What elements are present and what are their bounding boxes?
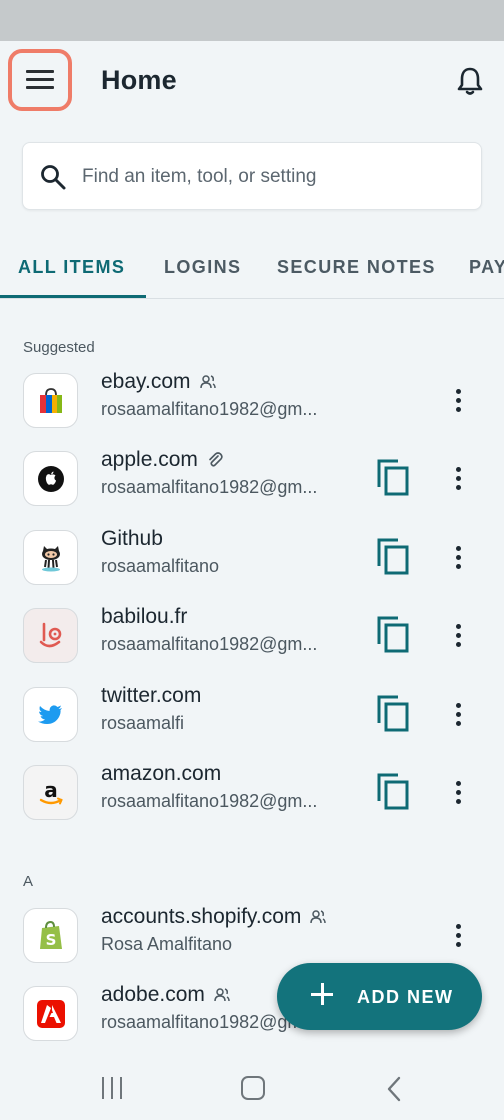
apple-logo [23, 451, 78, 506]
amazon-icon: a [39, 778, 63, 804]
github-logo [23, 530, 78, 585]
adobe-logo [23, 986, 78, 1041]
item-name: ebay.com [101, 370, 217, 394]
bird-icon [37, 704, 62, 724]
tab-secure-notes[interactable]: SECURE NOTES [277, 257, 436, 278]
add-new-button[interactable]: ADD NEW [277, 963, 482, 1030]
list-item-babilou[interactable]: babilou.fr rosaamalfitano1982@gm... [0, 598, 504, 676]
more-options-icon[interactable] [449, 618, 469, 654]
more-options-icon[interactable] [449, 461, 469, 497]
back-icon[interactable] [385, 1076, 405, 1102]
list-item-twitter[interactable]: twitter.com rosaamalfi [0, 677, 504, 755]
status-bar [0, 0, 504, 41]
twitter-logo [23, 687, 78, 742]
babilou-logo [23, 608, 78, 663]
section-header-a: A [23, 873, 34, 890]
add-new-label: ADD NEW [357, 987, 454, 1007]
search-icon [41, 165, 66, 190]
shopping-bag-icon [39, 387, 62, 413]
item-name: Github [101, 527, 163, 550]
tab-logins[interactable]: LOGINS [164, 257, 241, 278]
item-username: rosaamalfitano1982@gm... [101, 791, 318, 811]
more-options-icon[interactable] [449, 383, 469, 419]
item-name: accounts.shopify.com [101, 905, 327, 929]
bell-icon[interactable] [452, 63, 488, 99]
more-options-icon[interactable] [449, 697, 469, 733]
item-name: apple.com [101, 448, 224, 472]
item-username: rosaamalfitano1982@gm... [101, 477, 318, 497]
list-item-apple[interactable]: apple.com rosaamalfitano1982@gm... [0, 441, 504, 519]
svg-text:a: a [44, 778, 58, 802]
list-item-github[interactable]: Github rosaamalfitano [0, 520, 504, 598]
recent-apps-icon[interactable] [100, 1077, 124, 1099]
page-title: Home [101, 65, 177, 95]
menu-button[interactable] [8, 49, 72, 111]
tab-payment[interactable]: PAY [469, 257, 504, 278]
copy-icon[interactable] [376, 615, 410, 653]
item-username: rosaamalfi [101, 713, 185, 733]
babilou-icon [39, 622, 61, 647]
shared-icon [310, 910, 327, 924]
ebay-logo [23, 373, 78, 428]
shopify-logo: S [23, 908, 78, 963]
item-username: rosaamalfitano1982@gm... [101, 399, 318, 419]
attachment-icon [209, 452, 223, 467]
item-name: twitter.com [101, 684, 202, 707]
copy-icon[interactable] [376, 694, 410, 732]
more-options-icon[interactable] [449, 540, 469, 576]
shared-icon [214, 988, 230, 1002]
octocat-icon [41, 545, 60, 571]
shared-icon [199, 375, 216, 389]
item-username: rosaamalfitano1982@gm... [101, 634, 318, 654]
list-item-ebay[interactable]: ebay.com rosaamalfitano1982@gm... [0, 363, 504, 441]
apple-icon [37, 465, 64, 492]
adobe-icon [36, 999, 65, 1028]
copy-icon[interactable] [376, 772, 410, 810]
shopify-bag-icon: S [39, 920, 62, 949]
item-username: rosaamalfitano [101, 556, 220, 576]
item-name: amazon.com [101, 762, 222, 785]
item-username: Rosa Amalfitano [101, 934, 233, 954]
active-tab-indicator [0, 295, 146, 298]
tab-bar: ALL ITEMS LOGINS SECURE NOTES PAY [0, 232, 504, 299]
hamburger-icon [26, 70, 54, 90]
system-navigation-bar [0, 1052, 504, 1120]
svg-text:S: S [45, 931, 56, 949]
search-placeholder: Find an item, tool, or setting [82, 166, 317, 187]
home-icon[interactable] [241, 1076, 265, 1100]
copy-icon[interactable] [376, 458, 410, 496]
list-item-amazon[interactable]: a amazon.com rosaamalfitano1982@gm... [0, 755, 504, 833]
item-name: adobe.com [101, 983, 231, 1007]
more-options-icon[interactable] [449, 775, 469, 811]
copy-icon[interactable] [376, 537, 410, 575]
tab-all-items[interactable]: ALL ITEMS [18, 257, 125, 278]
more-options-icon[interactable] [449, 918, 469, 954]
search-input[interactable]: Find an item, tool, or setting [22, 142, 482, 210]
section-header-suggested: Suggested [23, 339, 95, 356]
top-app-bar: Home [0, 41, 504, 121]
item-name: babilou.fr [101, 605, 188, 628]
plus-icon [311, 983, 335, 1007]
amazon-logo: a [23, 765, 78, 820]
